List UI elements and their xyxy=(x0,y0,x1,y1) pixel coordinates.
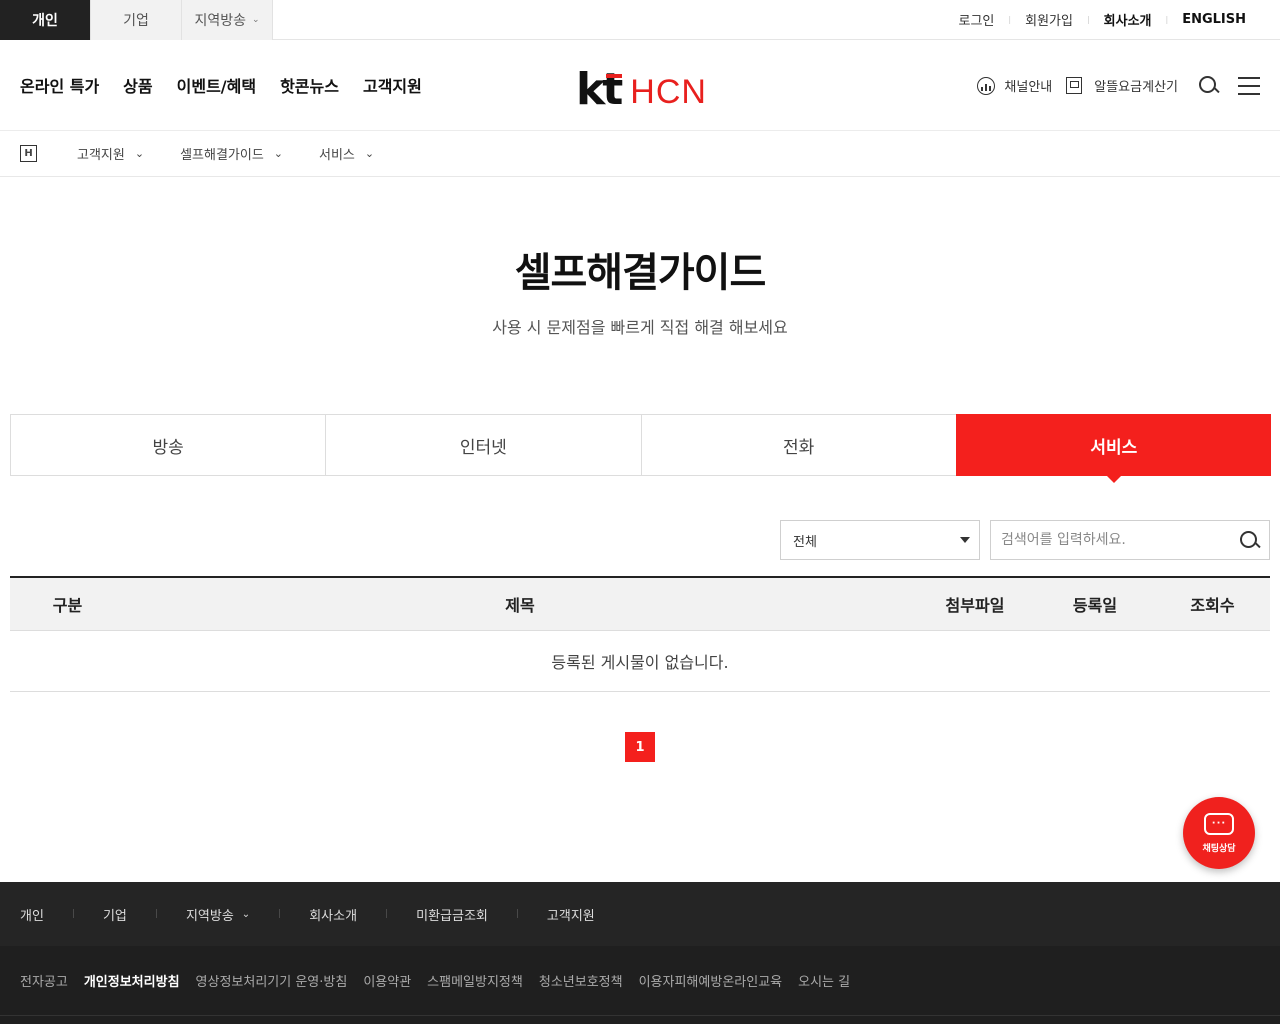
chevron-down-icon: ⌄ xyxy=(134,147,145,160)
table-header: 구분 제목 첨부파일 등록일 조회수 xyxy=(10,576,1270,631)
top-utility-bar: 개인 기업 지역방송 ⌄ 로그인 | 회원가입 | 회사소개 | ENGLISH xyxy=(0,0,1280,40)
tab-phone[interactable]: 전화 xyxy=(640,414,956,476)
utility-links: 로그인 | 회원가입 | 회사소개 | ENGLISH xyxy=(945,10,1280,29)
segment-label: 지역방송 xyxy=(194,12,246,29)
segment-tab-regional[interactable]: 지역방송 ⌄ xyxy=(182,0,273,40)
calculator-button[interactable]: 알뜰요금계산기 xyxy=(1066,76,1178,95)
column-header-title: 제목 xyxy=(505,596,535,615)
footer-nav: 개인 | 기업 | 지역방송 ⌄ | 회사소개 | 미환급금조회 | 고객지원 xyxy=(0,882,1280,946)
tab-service[interactable]: 서비스 xyxy=(955,414,1271,483)
chat-bubble-icon: ··· xyxy=(1204,812,1234,835)
search-icon[interactable] xyxy=(1198,75,1220,97)
nav-products[interactable]: 상품 xyxy=(123,73,152,97)
footer-link-cctv[interactable]: 영상정보처리기기 운영·방침 xyxy=(196,971,348,990)
signup-link[interactable]: 회원가입 xyxy=(1011,10,1087,29)
caret-down-icon xyxy=(960,537,970,543)
chevron-down-icon: ⌄ xyxy=(251,14,260,25)
footer-link-privacy[interactable]: 개인정보처리방침 xyxy=(84,971,180,990)
hamburger-menu-icon[interactable] xyxy=(1238,76,1260,95)
footer-link-directions[interactable]: 오시는 길 xyxy=(798,971,850,990)
empty-message: 등록된 게시물이 없습니다. xyxy=(10,631,1270,692)
category-tabs: 방송 인터넷 전화 서비스 xyxy=(10,414,1271,483)
column-header-views: 조회수 xyxy=(1190,596,1235,615)
chevron-down-icon: ⌄ xyxy=(273,147,284,160)
footer-nav-support[interactable]: 고객지원 xyxy=(547,905,595,924)
category-select[interactable]: 전체 xyxy=(780,520,980,560)
tab-broadcast[interactable]: 방송 xyxy=(10,414,326,476)
calculator-icon xyxy=(1066,77,1083,94)
select-value: 전체 xyxy=(793,534,817,550)
segment-tab-personal[interactable]: 개인 xyxy=(0,0,91,40)
page-title: 셀프해결가이드 xyxy=(514,250,767,296)
logo-hcn: HCN xyxy=(630,73,707,111)
column-header-category: 구분 xyxy=(52,596,83,615)
nav-support[interactable]: 고객지원 xyxy=(363,73,422,97)
chat-label: 채팅상담 xyxy=(1202,843,1236,854)
segment-tab-business[interactable]: 기업 xyxy=(91,0,182,40)
footer-nav-regional[interactable]: 지역방송 ⌄ xyxy=(186,905,250,924)
divider: | xyxy=(71,909,75,919)
home-icon[interactable]: H xyxy=(20,145,37,162)
footer-link-youth[interactable]: 청소년보호정책 xyxy=(539,971,623,990)
calculator-label: 알뜰요금계산기 xyxy=(1094,80,1178,95)
footer-link-terms[interactable]: 이용약관 xyxy=(363,971,411,990)
breadcrumb-label: 서비스 xyxy=(319,148,355,163)
footer: 개인 | 기업 | 지역방송 ⌄ | 회사소개 | 미환급금조회 | 고객지원 전… xyxy=(0,882,1280,1024)
search-icon[interactable] xyxy=(1239,530,1259,550)
footer-nav-company[interactable]: 회사소개 xyxy=(309,905,357,924)
search-box xyxy=(990,520,1270,560)
breadcrumb-label: 고객지원 xyxy=(77,148,125,163)
chevron-down-icon: ⌄ xyxy=(241,908,251,920)
breadcrumb-item-service[interactable]: 서비스 ⌄ xyxy=(319,144,374,163)
footer-nav-refund[interactable]: 미환급금조회 xyxy=(416,905,488,924)
chat-consult-button[interactable]: ··· 채팅상담 xyxy=(1183,797,1255,869)
nav-events[interactable]: 이벤트/혜택 xyxy=(177,73,256,97)
company-link[interactable]: 회사소개 xyxy=(1090,10,1166,29)
footer-nav-label: 지역방송 xyxy=(185,908,234,924)
footer-link-education[interactable]: 이용자피해예방온라인교육 xyxy=(639,971,783,990)
column-header-date: 등록일 xyxy=(1072,596,1118,615)
page-subtitle: 사용 시 문제점을 빠르게 직접 해결 해보세요 xyxy=(492,318,788,337)
nav-online-deals[interactable]: 온라인 특가 xyxy=(20,73,99,97)
search-input[interactable] xyxy=(991,521,1221,559)
divider: | xyxy=(154,909,158,919)
footer-link-spam[interactable]: 스팸메일방지정책 xyxy=(427,971,523,990)
logo-accent-bar xyxy=(606,74,622,78)
footer-nav-personal[interactable]: 개인 xyxy=(20,905,44,924)
breadcrumb: H 고객지원 ⌄ 셀프해결가이드 ⌄ 서비스 ⌄ xyxy=(0,131,1280,177)
chevron-down-icon: ⌄ xyxy=(364,147,375,160)
board-table: 구분 제목 첨부파일 등록일 조회수 등록된 게시물이 없습니다. xyxy=(10,576,1270,692)
breadcrumb-label: 셀프해결가이드 xyxy=(180,148,264,163)
column-header-attachment: 첨부파일 xyxy=(945,596,1005,615)
footer-policy-links: 전자공고 개인정보처리방침 영상정보처리기기 운영·방침 이용약관 스팸메일방지… xyxy=(0,946,1280,1016)
divider: | xyxy=(515,909,519,919)
kt-hcn-logo[interactable]: kt HCN xyxy=(576,66,707,112)
customer-segment-tabs: 개인 기업 지역방송 ⌄ xyxy=(0,0,273,40)
nav-hotcon-news[interactable]: 핫콘뉴스 xyxy=(280,73,339,97)
tab-internet[interactable]: 인터넷 xyxy=(325,414,641,476)
main-header: 온라인 특가 상품 이벤트/혜택 핫콘뉴스 고객지원 kt HCN 채널안내 알… xyxy=(0,40,1280,131)
footer-link-notice[interactable]: 전자공고 xyxy=(20,971,68,990)
breadcrumb-item-self-guide[interactable]: 셀프해결가이드 ⌄ xyxy=(180,144,283,163)
english-link[interactable]: ENGLISH xyxy=(1168,12,1260,27)
page-button-1[interactable]: 1 xyxy=(625,732,655,762)
channel-guide-button[interactable]: 채널안내 xyxy=(977,76,1052,95)
segment-label: 기업 xyxy=(123,12,149,29)
segment-label: 개인 xyxy=(32,12,58,29)
channel-guide-label: 채널안내 xyxy=(1004,80,1053,95)
divider: | xyxy=(385,909,389,919)
chart-icon xyxy=(977,76,996,95)
global-nav: 온라인 특가 상품 이벤트/혜택 핫콘뉴스 고객지원 xyxy=(0,73,446,97)
login-link[interactable]: 로그인 xyxy=(945,10,1009,29)
footer-nav-business[interactable]: 기업 xyxy=(103,905,127,924)
divider: | xyxy=(278,909,282,919)
header-tools: 채널안내 알뜰요금계산기 xyxy=(963,40,1260,131)
breadcrumb-item-support[interactable]: 고객지원 ⌄ xyxy=(77,144,144,163)
